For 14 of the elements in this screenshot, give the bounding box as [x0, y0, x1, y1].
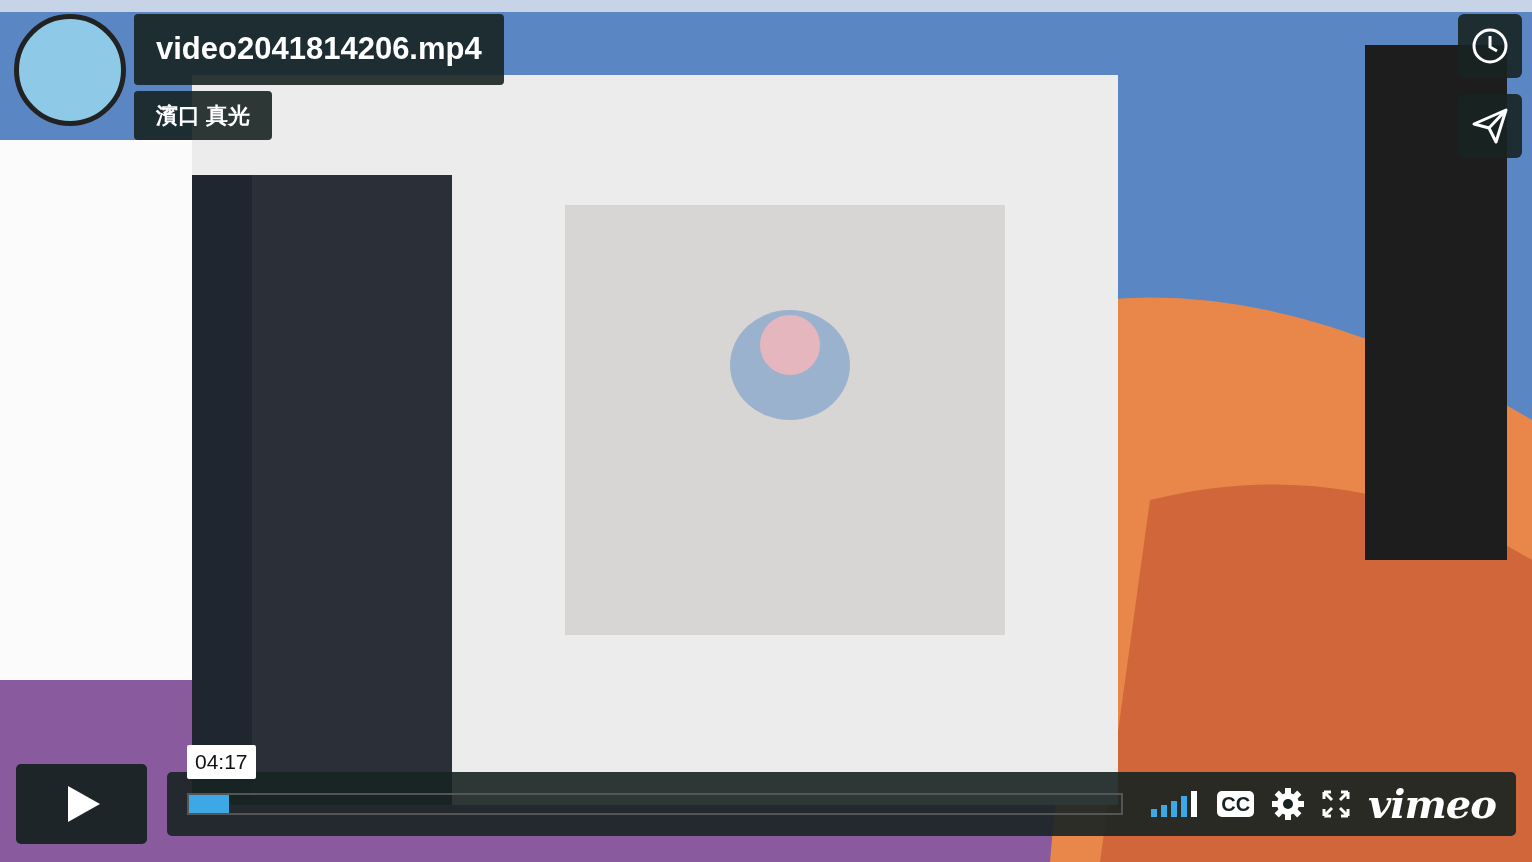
- paper-plane-icon: [1470, 106, 1510, 146]
- clock-icon: [1470, 26, 1510, 66]
- video-title[interactable]: video2041814206.mp4: [134, 14, 504, 85]
- watch-later-button[interactable]: [1458, 14, 1522, 78]
- volume-icon[interactable]: [1151, 791, 1200, 817]
- time-tooltip: 04:17: [187, 745, 256, 779]
- fullscreen-icon[interactable]: [1322, 790, 1351, 818]
- video-byline[interactable]: 濱口 真光: [134, 90, 273, 140]
- settings-icon[interactable]: [1272, 788, 1305, 820]
- share-button[interactable]: [1458, 94, 1522, 158]
- progress-bar[interactable]: [187, 793, 1124, 815]
- vimeo-logo[interactable]: vimeo: [1368, 774, 1496, 834]
- captions-button[interactable]: CC: [1217, 791, 1255, 817]
- play-button[interactable]: [16, 764, 147, 844]
